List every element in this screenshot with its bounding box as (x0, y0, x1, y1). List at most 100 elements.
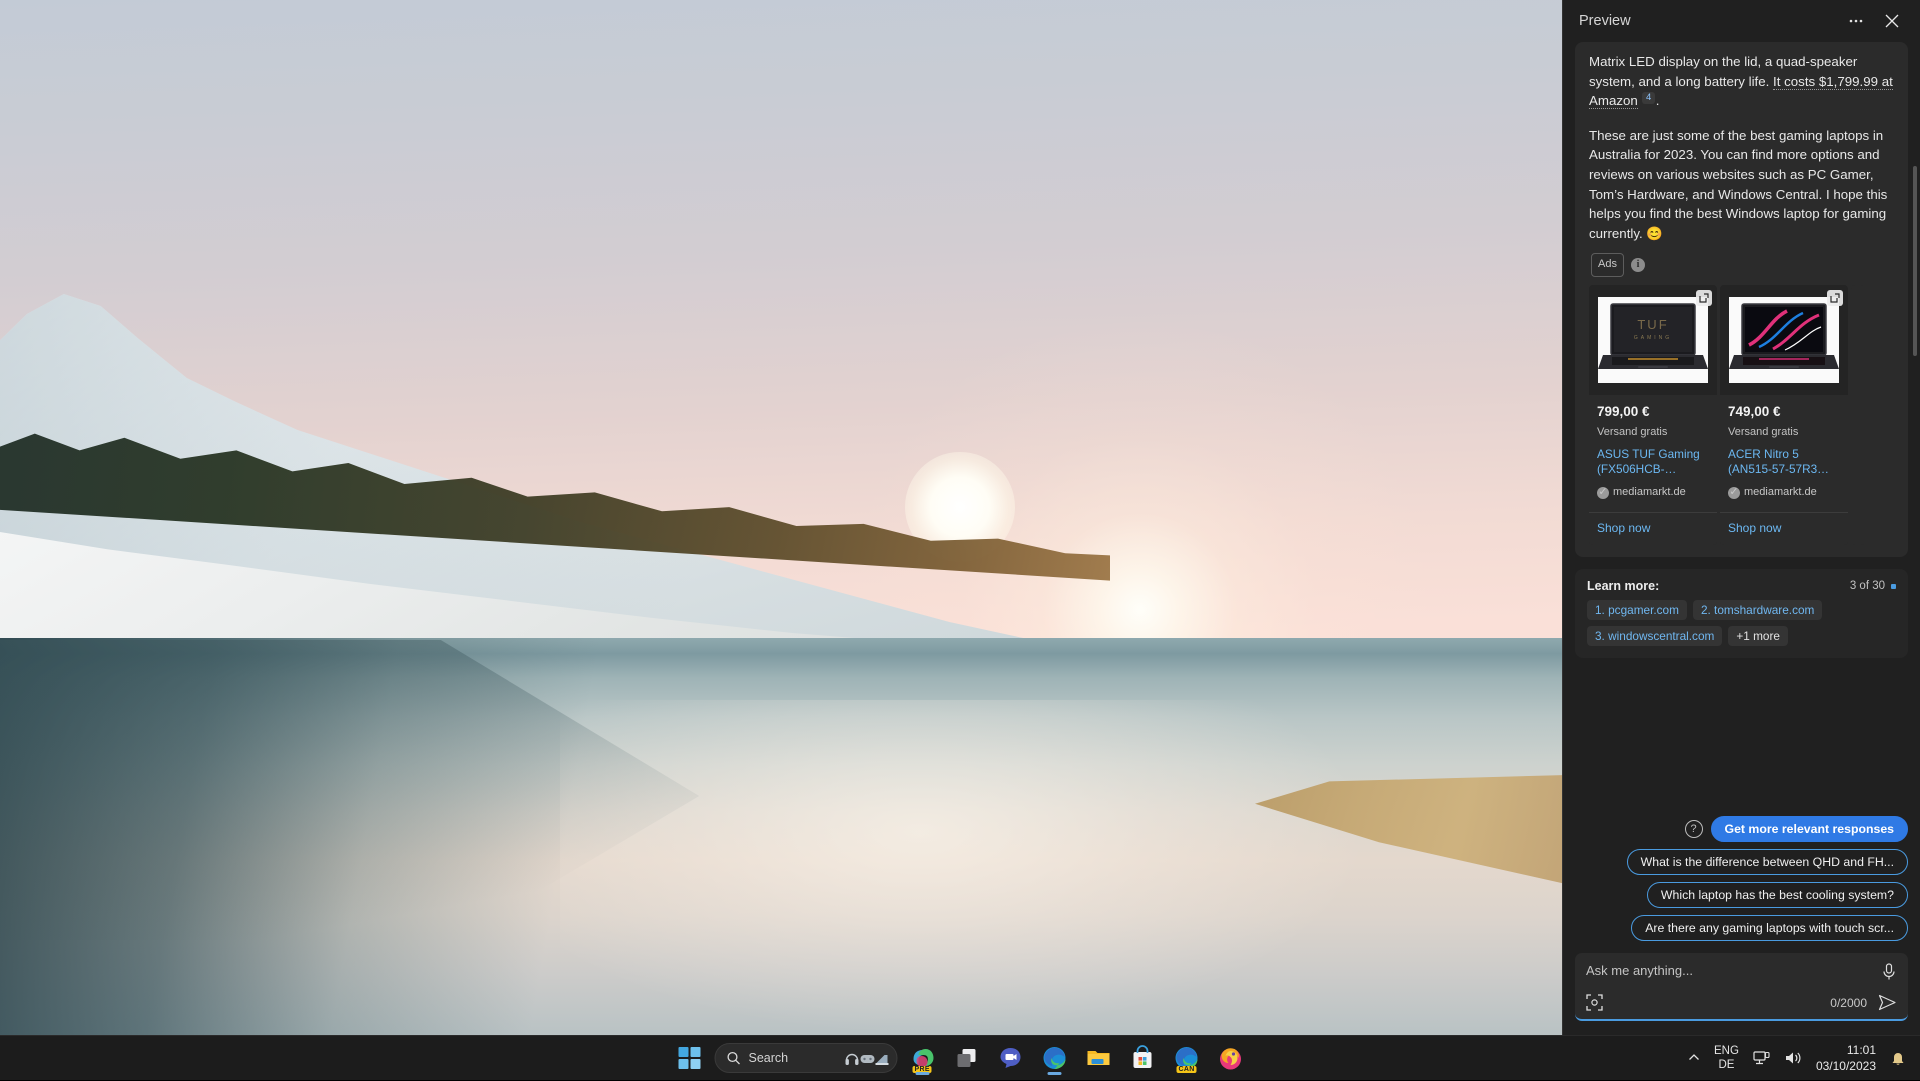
canary-badge: CAN (1177, 1066, 1197, 1073)
info-icon[interactable]: i (1631, 258, 1645, 272)
folder-icon (1086, 1045, 1112, 1071)
search-placeholder: Search (749, 1051, 837, 1065)
ads-badge: Ads (1591, 253, 1624, 277)
source-chip[interactable]: 2. tomshardware.com (1693, 600, 1822, 620)
svg-text:GAMING: GAMING (1634, 335, 1672, 341)
external-link-glyph-icon (1830, 293, 1840, 303)
message-paragraph-2-text: These are just some of the best gaming l… (1589, 128, 1887, 241)
composer-actions-row: 0/2000 (1586, 994, 1897, 1011)
ad-shop-now-button[interactable]: Shop now (1720, 512, 1848, 546)
notifications-button[interactable] (1884, 1046, 1912, 1071)
ad-title-link[interactable]: ACER Nitro 5 (AN515-57-57R3… (1728, 447, 1840, 477)
taskbar-app-file-explorer[interactable] (1080, 1039, 1118, 1077)
ad-card-body: 749,00 € Versand gratis ACER Nitro 5 (AN… (1720, 395, 1848, 512)
message-paragraph-2: These are just some of the best gaming l… (1589, 126, 1894, 244)
laptop-illustration-icon (1729, 297, 1839, 383)
send-icon (1878, 994, 1897, 1011)
taskbar-app-teams-chat[interactable] (992, 1039, 1030, 1077)
taskbar-app-edge-canary[interactable]: CAN (1168, 1039, 1206, 1077)
running-indicator (916, 1072, 930, 1075)
source-chip[interactable]: 3. windowscentral.com (1587, 626, 1722, 646)
visual-search-button[interactable] (1586, 994, 1603, 1011)
ad-shipping: Versand gratis (1597, 423, 1709, 443)
ad-title-link[interactable]: ASUS TUF Gaming (FX506HCB-… (1597, 447, 1709, 477)
open-external-icon[interactable] (1696, 290, 1712, 306)
network-icon (1753, 1050, 1770, 1066)
relevant-responses-row: ? Get more relevant responses (1685, 816, 1909, 842)
assistant-message: Matrix LED display on the lid, a quad-sp… (1575, 42, 1908, 557)
ad-card[interactable]: 749,00 € Versand gratis ACER Nitro 5 (AN… (1720, 285, 1848, 545)
taskbar-app-microsoft-store[interactable] (1124, 1039, 1162, 1077)
clock-date: 03/10/2023 (1816, 1058, 1876, 1074)
system-tray: ENG DE 11:01 03/10/2023 (1682, 1036, 1920, 1081)
message-composer[interactable]: Ask me anything... 0/200 (1575, 953, 1908, 1021)
ad-card-partial[interactable] (1851, 285, 1865, 545)
learn-more-section: Learn more: 3 of 30 1. pcgamer.com 2. to… (1575, 569, 1908, 658)
conversation-scrollbar[interactable] (1913, 46, 1917, 736)
taskbar-app-task-view[interactable] (948, 1039, 986, 1077)
windows-logo-icon (678, 1047, 701, 1070)
composer-input-row: Ask me anything... (1586, 963, 1897, 981)
camera-scan-icon (1586, 994, 1603, 1011)
source-chip[interactable]: 1. pcgamer.com (1587, 600, 1687, 620)
ad-carousel[interactable]: TUF GAMING (1589, 285, 1894, 545)
suggestion-button[interactable]: Which laptop has the best cooling system… (1647, 882, 1908, 908)
send-button[interactable] (1878, 994, 1897, 1011)
chevron-up-icon (1688, 1052, 1700, 1064)
get-more-relevant-responses-button[interactable]: Get more relevant responses (1711, 816, 1909, 842)
conversation-scroll-area[interactable]: Matrix LED display on the lid, a quad-sp… (1563, 42, 1920, 806)
close-button[interactable] (1874, 6, 1910, 36)
character-counter: 0/2000 (1830, 996, 1867, 1010)
ad-price: 749,00 € (1728, 402, 1840, 422)
page-title: Preview (1579, 13, 1838, 29)
help-question-icon[interactable]: ? (1685, 820, 1703, 838)
search-illustration-icon (845, 1049, 889, 1067)
scrollbar-thumb[interactable] (1913, 166, 1917, 356)
start-button[interactable] (671, 1039, 709, 1077)
store-icon (1130, 1045, 1156, 1071)
citation-badge[interactable]: 4 (1642, 92, 1654, 104)
ad-seller-name: mediamarkt.de (1744, 483, 1817, 503)
chat-input[interactable]: Ask me anything... (1586, 963, 1881, 978)
language-indicator[interactable]: ENG DE (1708, 1040, 1745, 1076)
taskbar: Search (0, 1035, 1920, 1080)
search-input[interactable]: Search (715, 1043, 898, 1073)
source-more-chip[interactable]: +1 more (1728, 626, 1788, 646)
volume-icon (1784, 1050, 1802, 1066)
microphone-button[interactable] (1881, 963, 1897, 981)
product-photo-acer (1729, 297, 1839, 383)
volume-button[interactable] (1778, 1046, 1808, 1070)
ad-shipping: Versand gratis (1728, 423, 1840, 443)
bell-icon (1890, 1050, 1906, 1067)
laptop-illustration-icon: TUF GAMING (1598, 297, 1708, 383)
firefox-icon (1218, 1045, 1244, 1071)
suggestion-button[interactable]: Are there any gaming laptops with touch … (1631, 915, 1908, 941)
taskbar-app-microsoft-edge[interactable] (1036, 1039, 1074, 1077)
svg-text:TUF: TUF (1637, 317, 1668, 332)
tray-expand-button[interactable] (1682, 1048, 1706, 1068)
clock-button[interactable]: 11:01 03/10/2023 (1810, 1038, 1882, 1078)
ad-shop-now-button[interactable]: Shop now (1589, 512, 1717, 546)
taskbar-app-firefox[interactable] (1212, 1039, 1250, 1077)
ad-card[interactable]: TUF GAMING (1589, 285, 1717, 545)
chat-icon (998, 1045, 1024, 1071)
network-button[interactable] (1747, 1046, 1776, 1070)
copilot-preview-panel: Preview Matrix LED display on the lid, a… (1562, 0, 1920, 1035)
desktop-wallpaper (0, 0, 1562, 1035)
sun-reflection (560, 700, 1360, 1030)
microphone-icon (1881, 963, 1897, 981)
message-text-part-2: . (1656, 93, 1660, 108)
search-icon (727, 1051, 741, 1065)
status-dot-icon (1891, 584, 1896, 589)
suggestion-button[interactable]: What is the difference between QHD and F… (1627, 849, 1908, 875)
open-external-icon[interactable] (1827, 290, 1843, 306)
language-primary: ENG (1714, 1044, 1739, 1058)
close-icon (1885, 14, 1899, 28)
clock-lines: 11:01 03/10/2023 (1816, 1042, 1876, 1074)
clock-time: 11:01 (1816, 1042, 1876, 1058)
taskbar-app-copilot-preview[interactable]: PRE (904, 1039, 942, 1077)
edge-canary-icon: CAN (1174, 1045, 1200, 1071)
ad-seller-name: mediamarkt.de (1613, 483, 1686, 503)
more-options-button[interactable] (1838, 6, 1874, 36)
source-count: 3 of 30 (1850, 580, 1885, 592)
